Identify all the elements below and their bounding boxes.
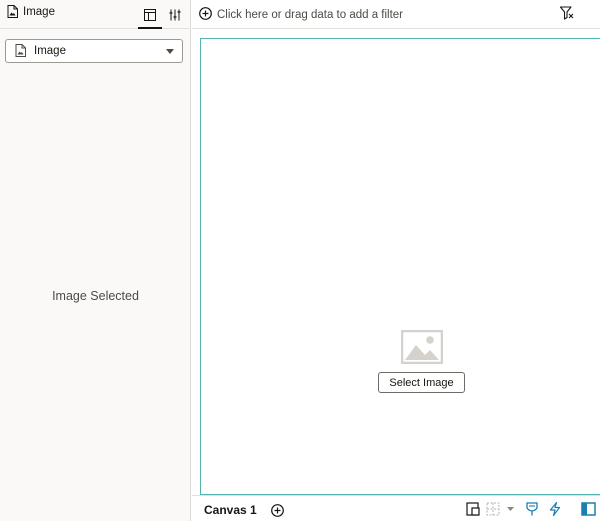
pin-icon[interactable] — [525, 502, 539, 516]
chevron-down-icon[interactable] — [507, 507, 514, 511]
plus-circle-icon[interactable] — [199, 7, 212, 20]
filter-bar[interactable]: Click here or drag data to add a filter — [192, 0, 600, 29]
empty-selection-message: Image Selected — [52, 289, 139, 303]
left-panel-header: Image — [0, 0, 191, 29]
visualization-type-select[interactable]: Image — [5, 39, 183, 63]
filter-icon[interactable] — [560, 6, 574, 20]
bottom-bar: Canvas 1 — [192, 495, 600, 521]
image-file-icon — [7, 5, 18, 18]
filter-placeholder[interactable]: Click here or drag data to add a filter — [217, 8, 403, 22]
sliders-icon — [169, 9, 181, 20]
bolt-icon[interactable] — [548, 502, 562, 516]
visualization-frame[interactable] — [200, 38, 600, 495]
left-panel: Image Image Image Selected — [0, 0, 191, 521]
tab-grammar[interactable] — [138, 0, 162, 29]
tab-properties[interactable] — [163, 0, 187, 29]
layout-icon[interactable] — [466, 502, 480, 516]
panel-toggle-icon[interactable] — [581, 502, 596, 516]
image-file-icon — [15, 44, 26, 57]
grid-icon[interactable] — [486, 502, 500, 516]
select-image-button[interactable]: Select Image — [378, 372, 465, 393]
panel-title: Image — [23, 6, 55, 18]
tab-canvas-1[interactable]: Canvas 1 — [204, 503, 257, 517]
plus-circle-icon[interactable] — [271, 504, 284, 517]
grammar-panel-icon — [144, 8, 156, 21]
chevron-down-icon — [166, 49, 174, 54]
visualization-type-label: Image — [34, 45, 66, 57]
image-placeholder-icon — [401, 330, 443, 364]
